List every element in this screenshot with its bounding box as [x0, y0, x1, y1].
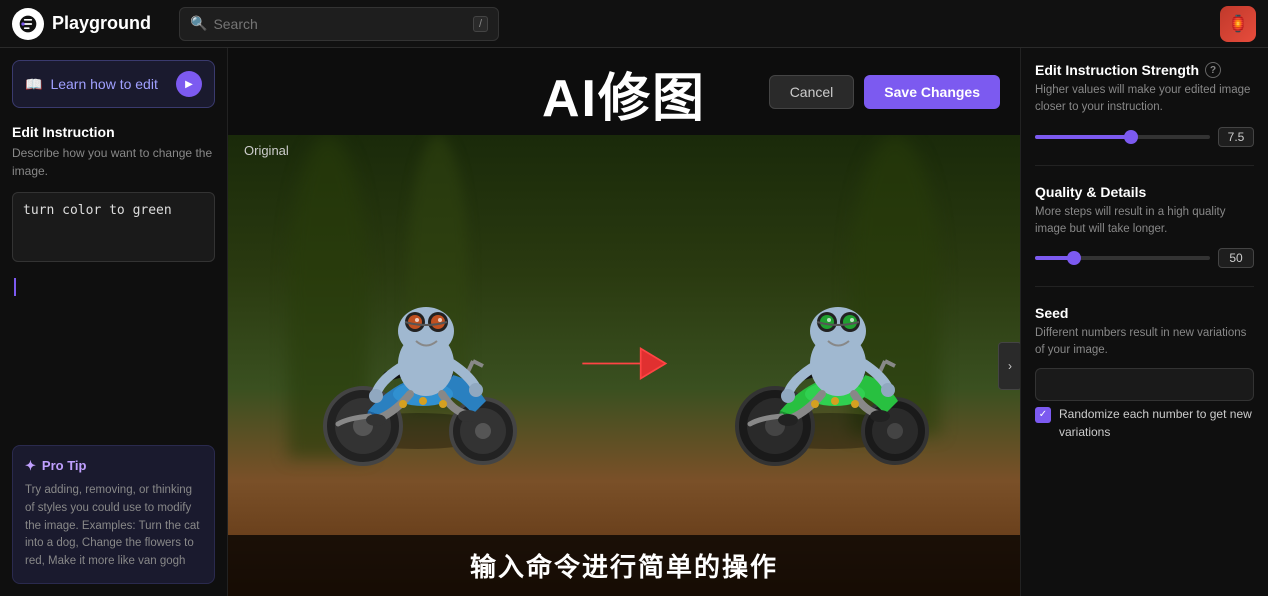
subtitle-bar: 输入命令进行简单的操作 [228, 535, 1020, 596]
seed-title: Seed [1035, 305, 1254, 321]
randomize-label: Randomize each number to get new variati… [1059, 405, 1254, 441]
quality-slider-thumb[interactable] [1067, 251, 1081, 265]
arrow-container [574, 323, 674, 408]
center-actions: Cancel Save Changes [769, 75, 1000, 109]
scene-right-frog [640, 135, 1020, 596]
scene-container: 输入命令进行简单的操作 [228, 135, 1020, 596]
right-panel: Edit Instruction Strength ? Higher value… [1020, 48, 1268, 596]
avatar[interactable]: 🏮 [1220, 6, 1256, 42]
divider-2 [1035, 286, 1254, 287]
pro-tip-card: ✦ Pro Tip Try adding, removing, or think… [12, 445, 215, 584]
search-shortcut: / [473, 16, 488, 32]
search-bar[interactable]: 🔍 / [179, 7, 499, 41]
main-layout: 📖 Learn how to edit ▶ Edit Instruction D… [0, 48, 1268, 596]
seed-input[interactable] [1035, 368, 1254, 401]
edit-instruction-desc: Describe how you want to change the imag… [12, 144, 215, 180]
original-label: Original [244, 143, 289, 158]
seed-section: Seed Different numbers result in new var… [1035, 305, 1254, 441]
sidebar: 📖 Learn how to edit ▶ Edit Instruction D… [0, 48, 228, 596]
play-icon: ▶ [176, 71, 202, 97]
strength-slider-fill [1035, 135, 1131, 139]
topnav: Playground 🔍 / 🏮 [0, 0, 1268, 48]
cancel-button[interactable]: Cancel [769, 75, 855, 109]
edit-instruction-title: Edit Instruction [12, 124, 215, 140]
learn-how-to-edit-button[interactable]: 📖 Learn how to edit ▶ [12, 60, 215, 108]
randomize-checkbox[interactable]: ✓ [1035, 407, 1051, 423]
strength-slider-track[interactable] [1035, 135, 1210, 139]
seed-desc: Different numbers result in new variatio… [1035, 325, 1254, 360]
quality-slider-track[interactable] [1035, 256, 1210, 260]
strength-section: Edit Instruction Strength ? Higher value… [1035, 62, 1254, 147]
save-changes-button[interactable]: Save Changes [864, 75, 1000, 109]
logo-area: Playground [12, 8, 167, 40]
subtitle-text: 输入命令进行简单的操作 [470, 552, 778, 582]
randomize-row: ✓ Randomize each number to get new varia… [1035, 405, 1254, 441]
quality-value: 50 [1218, 248, 1254, 268]
strength-value: 7.5 [1218, 127, 1254, 147]
direction-arrow [574, 323, 674, 403]
quality-section: Quality & Details More steps will result… [1035, 184, 1254, 269]
strength-desc: Higher values will make your edited imag… [1035, 82, 1254, 117]
quality-desc: More steps will result in a high quality… [1035, 204, 1254, 239]
green-frog-bike-svg [720, 246, 940, 486]
quality-slider-row: 50 [1035, 248, 1254, 268]
strength-title: Edit Instruction Strength ? [1035, 62, 1254, 78]
star-icon: ✦ [25, 458, 36, 474]
book-icon: 📖 [25, 76, 42, 93]
quality-title: Quality & Details [1035, 184, 1254, 200]
pro-tip-title: ✦ Pro Tip [25, 458, 202, 474]
strength-info-icon[interactable]: ? [1205, 62, 1221, 78]
center-header: AI修图 Cancel Save Changes [228, 48, 1020, 135]
logo-text: Playground [52, 13, 151, 34]
strength-slider-thumb[interactable] [1124, 130, 1138, 144]
learn-btn-label: Learn how to edit [50, 76, 157, 92]
chevron-right-button[interactable]: › [998, 342, 1020, 390]
strength-slider-row: 7.5 [1035, 127, 1254, 147]
search-input[interactable] [213, 16, 467, 32]
scene-left-frog [228, 135, 608, 596]
edit-instruction-input[interactable]: turn color to green [12, 192, 215, 262]
edit-instruction-section: Edit Instruction Describe how you want t… [12, 120, 215, 180]
center-panel: AI修图 Cancel Save Changes Original [228, 48, 1020, 596]
checkbox-tick-icon: ✓ [1039, 409, 1047, 420]
logo-icon [12, 8, 44, 40]
pro-tip-text: Try adding, removing, or thinking of sty… [25, 482, 202, 571]
blue-frog-bike-svg [308, 246, 528, 486]
divider-1 [1035, 165, 1254, 166]
search-icon: 🔍 [190, 15, 207, 32]
cursor-line [14, 278, 215, 296]
image-area: Original [228, 135, 1020, 596]
